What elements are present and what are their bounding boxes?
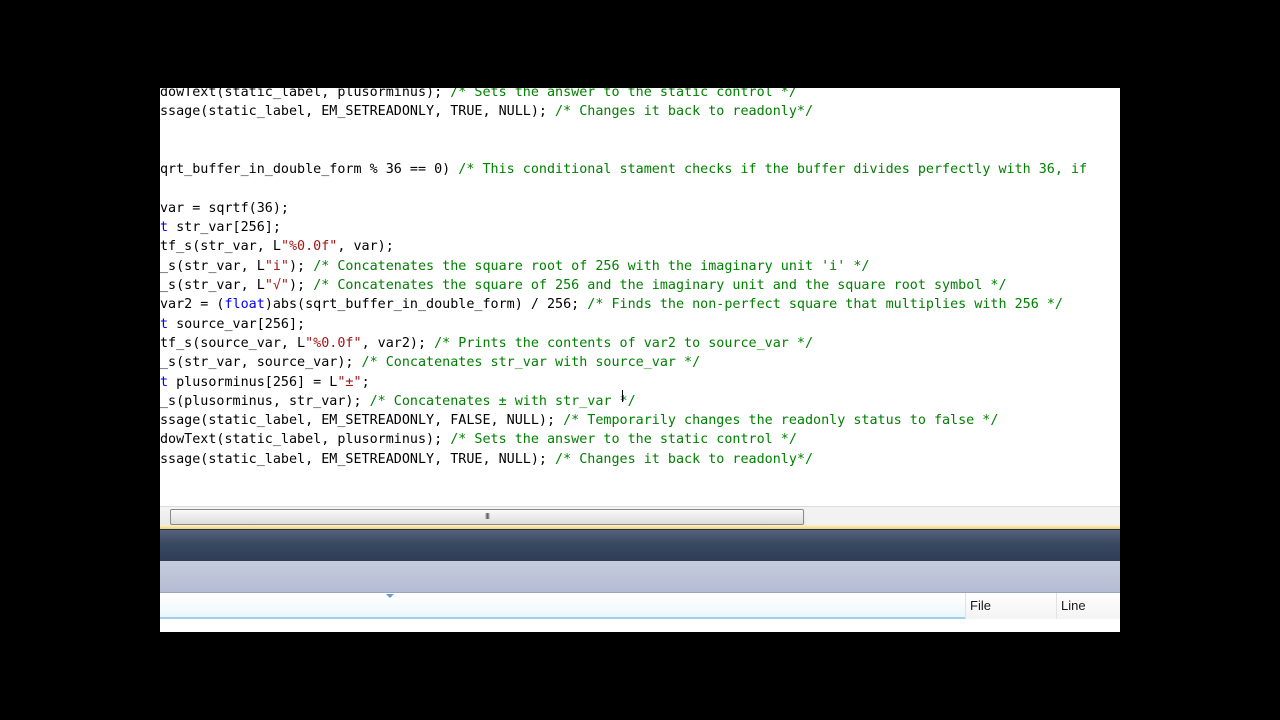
code-token: , var); xyxy=(337,239,394,255)
code-token: tf_s(source_var, L xyxy=(160,335,306,351)
code-token: dowText(static_label, plusorminus); xyxy=(160,88,451,100)
code-token: ); xyxy=(289,258,314,274)
code-editor[interactable]: dowText(static_label, plusorminus); /* S… xyxy=(160,88,1120,506)
code-token: _s(str_var, L xyxy=(160,258,265,274)
mouse-i-beam-cursor xyxy=(622,390,623,402)
output-pane-header xyxy=(160,529,1120,562)
error-list-header: File Line xyxy=(160,593,1120,619)
sort-arrow-icon xyxy=(386,594,394,598)
code-token: /* Changes it back to readonly*/ xyxy=(555,451,814,467)
code-token: /* Finds the non-perfect square that mul… xyxy=(587,297,1063,313)
code-token: /* Concatenates the square of 256 and th… xyxy=(313,278,1007,293)
code-token: source_var[256]; xyxy=(168,316,306,332)
code-token: _s(plusorminus, str_var); xyxy=(160,393,370,409)
code-line[interactable]: t source_var[256]; xyxy=(160,315,305,334)
code-line[interactable]: var = sqrtf(36); xyxy=(160,199,289,218)
code-token: var = sqrtf(36); xyxy=(160,200,289,216)
code-line[interactable]: _s(str_var, source_var); /* Concatenates… xyxy=(160,353,700,372)
code-token: ; xyxy=(361,374,370,390)
code-token: _s(str_var, source_var); xyxy=(160,355,362,371)
code-token: , var2); xyxy=(361,335,435,351)
code-line[interactable]: var2 = (float)abs(sqrt_buffer_in_double_… xyxy=(160,295,1063,314)
error-list-toolbar xyxy=(160,561,1120,593)
code-token: /* Changes it back to readonly*/ xyxy=(555,104,814,120)
code-token: ssage(static_label, EM_SETREADONLY, TRUE… xyxy=(160,104,556,120)
code-line[interactable]: t plusorminus[256] = L"±"; xyxy=(160,373,370,392)
code-line[interactable]: qrt_buffer_in_double_form % 36 == 0) /* … xyxy=(160,160,1087,179)
code-line[interactable]: _s(str_var, L"√"); /* Concatenates the s… xyxy=(160,276,1007,295)
code-token: /* Concatenates str_var with source_var … xyxy=(361,355,701,371)
code-line[interactable]: ssage(static_label, EM_SETREADONLY, TRUE… xyxy=(160,450,813,469)
code-token: plusorminus[256] = L xyxy=(168,374,338,390)
code-token: ssage(static_label, EM_SETREADONLY, TRUE… xyxy=(160,451,556,467)
code-token: "i" xyxy=(264,258,289,274)
code-line[interactable]: ssage(static_label, EM_SETREADONLY, TRUE… xyxy=(160,102,813,121)
code-token: t xyxy=(160,374,169,390)
code-token: "%0.0f" xyxy=(305,335,362,351)
code-line[interactable]: t str_var[256]; xyxy=(160,218,281,237)
code-token: t xyxy=(160,316,169,332)
code-token: /* Concatenates ± with str_var */ xyxy=(369,393,636,409)
code-token: float xyxy=(224,297,265,313)
code-token: dowText(static_label, plusorminus); xyxy=(160,432,451,448)
code-line[interactable]: tf_s(source_var, L"%0.0f", var2); /* Pri… xyxy=(160,334,813,353)
code-token: qrt_buffer_in_double_form % 36 == 0) xyxy=(160,162,459,178)
code-line[interactable]: tf_s(str_var, L"%0.0f", var); xyxy=(160,237,394,256)
code-token: ); xyxy=(289,278,314,293)
code-token: /* Temporarily changes the readonly stat… xyxy=(563,413,999,429)
code-token: /* Sets the answer to the static control… xyxy=(450,432,797,448)
column-header-line[interactable]: Line xyxy=(1056,593,1120,619)
horizontal-scrollbar[interactable]: III xyxy=(160,506,1120,527)
code-token: )abs(sqrt_buffer_in_double_form) / 256; xyxy=(264,297,588,313)
visual-studio-window: dowText(static_label, plusorminus); /* S… xyxy=(160,88,1120,632)
code-token: ssage(static_label, EM_SETREADONLY, FALS… xyxy=(160,413,564,429)
error-list-body xyxy=(160,619,1120,632)
code-token: var2 = ( xyxy=(160,297,225,313)
column-header-description[interactable] xyxy=(160,593,965,619)
horizontal-scroll-thumb[interactable]: III xyxy=(170,509,804,525)
code-token: /* Sets the answer to the static control… xyxy=(450,88,797,100)
code-token: /* Prints the contents of var2 to source… xyxy=(434,335,814,351)
code-token: "√" xyxy=(264,278,289,293)
grip-icon: III xyxy=(484,512,490,521)
code-token: _s(str_var, L xyxy=(160,278,265,293)
code-line[interactable]: _s(plusorminus, str_var); /* Concatenate… xyxy=(160,392,636,411)
code-token: /* Concatenates the square root of 256 w… xyxy=(313,258,870,274)
code-line[interactable]: _s(str_var, L"i"); /* Concatenates the s… xyxy=(160,257,869,276)
code-token: "%0.0f" xyxy=(280,239,338,255)
code-line[interactable]: ssage(static_label, EM_SETREADONLY, FALS… xyxy=(160,411,998,430)
code-token: /* This conditional stament checks if th… xyxy=(458,162,1088,178)
column-header-file[interactable]: File xyxy=(965,593,1056,619)
code-line[interactable]: dowText(static_label, plusorminus); /* S… xyxy=(160,430,797,449)
code-token: t xyxy=(160,220,169,236)
code-token: str_var[256]; xyxy=(168,220,281,236)
code-line[interactable]: dowText(static_label, plusorminus); /* S… xyxy=(160,88,797,102)
code-token: "±" xyxy=(337,374,362,390)
scrollbar-track[interactable] xyxy=(806,507,1120,527)
code-token: tf_s(str_var, L xyxy=(160,239,281,255)
